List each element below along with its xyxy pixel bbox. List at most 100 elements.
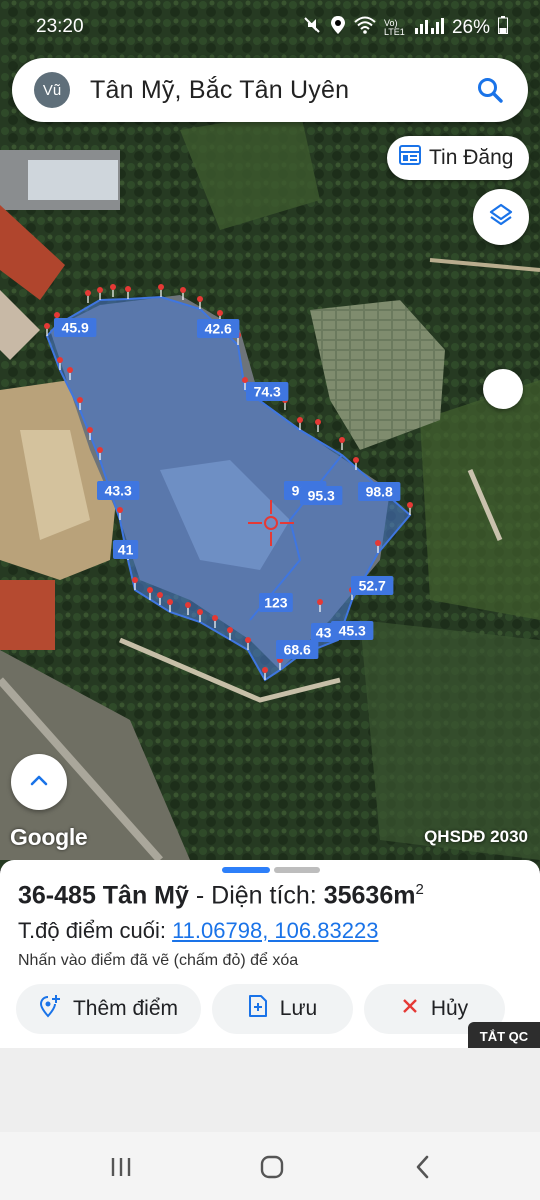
parcel-info-sheet: 36-485 Tân Mỹ - Diện tích: 35636m2 T.độ … bbox=[0, 860, 540, 1048]
vertex-marker[interactable] bbox=[180, 287, 186, 293]
add-location-icon bbox=[39, 994, 61, 1024]
edge-length-text: 45.3 bbox=[339, 623, 366, 639]
edge-length-text: 98.8 bbox=[366, 484, 393, 500]
chevron-up-icon bbox=[29, 773, 49, 792]
sheet-handle[interactable] bbox=[222, 867, 320, 873]
vertex-marker[interactable] bbox=[217, 310, 223, 316]
edge-length-label: 41 bbox=[113, 540, 139, 559]
parcel-overlay[interactable]: 45.942.674.399.798.843.34112352.74345.36… bbox=[0, 0, 540, 870]
google-logo: Google bbox=[10, 824, 88, 850]
area-unit-exponent: 2 bbox=[415, 881, 424, 898]
vertex-marker[interactable] bbox=[157, 592, 163, 598]
vertex-marker[interactable] bbox=[407, 502, 413, 508]
vertex-marker[interactable] bbox=[117, 507, 123, 513]
map-view[interactable]: 45.942.674.399.798.843.34112352.74345.36… bbox=[0, 0, 540, 870]
edge-length-label: 95.3 bbox=[300, 486, 343, 505]
recent-apps-icon[interactable] bbox=[106, 1152, 136, 1182]
avatar[interactable]: Vũ bbox=[34, 72, 70, 108]
ad-banner-area bbox=[0, 1048, 540, 1132]
delete-hint: Nhấn vào điểm đã vẽ (chấm đỏ) để xóa bbox=[18, 952, 299, 969]
area-label: Diện tích: bbox=[211, 881, 324, 910]
save-button[interactable]: Lưu bbox=[212, 984, 353, 1034]
vertex-marker[interactable] bbox=[297, 417, 303, 423]
edge-length-text: 95.3 bbox=[308, 488, 335, 504]
edge-length-label: 52.7 bbox=[351, 576, 394, 595]
overlay-layer-label: QHSDĐ 2030 bbox=[424, 827, 528, 846]
vertex-marker[interactable] bbox=[132, 577, 138, 583]
battery-level: 26% bbox=[451, 17, 490, 38]
title-separator: - bbox=[188, 881, 212, 910]
vertex-marker[interactable] bbox=[147, 587, 153, 593]
vertex-marker[interactable] bbox=[197, 609, 203, 615]
search-query[interactable]: Tân Mỹ, Bắc Tân Uyên bbox=[90, 76, 470, 105]
vertex-marker[interactable] bbox=[317, 599, 323, 605]
mute-icon bbox=[302, 15, 322, 41]
edge-length-text: 41 bbox=[118, 542, 134, 558]
edge-length-label: 123 bbox=[259, 593, 293, 612]
last-point-row: T.độ điểm cuối: 11.06798, 106.83223 bbox=[18, 918, 378, 944]
vertex-marker[interactable] bbox=[197, 296, 203, 302]
file-add-icon bbox=[248, 994, 268, 1024]
last-point-coords-link[interactable]: 11.06798, 106.83223 bbox=[172, 918, 378, 943]
location-icon bbox=[330, 15, 346, 41]
vertex-marker[interactable] bbox=[212, 615, 218, 621]
map-layers-button[interactable] bbox=[473, 189, 529, 245]
edge-length-label: 45.3 bbox=[331, 621, 374, 640]
hide-ads-button[interactable]: TẮT QC bbox=[468, 1022, 540, 1050]
vertex-marker[interactable] bbox=[167, 599, 173, 605]
vertex-marker[interactable] bbox=[97, 447, 103, 453]
add-point-button[interactable]: Thêm điểm bbox=[16, 984, 201, 1034]
tin-dang-button[interactable]: Tin Đăng bbox=[387, 136, 529, 180]
vertex-marker[interactable] bbox=[353, 457, 359, 463]
vertex-marker[interactable] bbox=[245, 637, 251, 643]
vertex-marker[interactable] bbox=[57, 357, 63, 363]
edge-length-label: 43.3 bbox=[97, 481, 140, 500]
edge-length-text: 43 bbox=[316, 625, 332, 641]
status-bar: 23:20 Vo) LTE1 26% bbox=[0, 0, 540, 52]
edge-length-label: 98.8 bbox=[358, 482, 401, 501]
edge-length-label: 74.3 bbox=[246, 382, 289, 401]
vertex-marker[interactable] bbox=[158, 284, 164, 290]
vertex-marker[interactable] bbox=[185, 602, 191, 608]
expand-up-button[interactable] bbox=[11, 754, 67, 810]
edge-length-text: 123 bbox=[264, 595, 288, 611]
tin-dang-label: Tin Đăng bbox=[429, 146, 514, 169]
save-label: Lưu bbox=[279, 997, 318, 1020]
vertex-marker[interactable] bbox=[110, 284, 116, 290]
home-icon[interactable] bbox=[257, 1152, 287, 1182]
edge-length-text: 43.3 bbox=[105, 483, 132, 499]
edge-length-text: 45.9 bbox=[62, 320, 89, 336]
vertex-marker[interactable] bbox=[85, 290, 91, 296]
layers-icon bbox=[488, 202, 514, 233]
vertex-marker[interactable] bbox=[87, 427, 93, 433]
vertex-marker[interactable] bbox=[339, 437, 345, 443]
vertex-marker[interactable] bbox=[97, 287, 103, 293]
edge-length-label: 42.6 bbox=[197, 319, 240, 338]
vertex-marker[interactable] bbox=[77, 397, 83, 403]
close-icon bbox=[401, 997, 419, 1021]
edge-length-text: 42.6 bbox=[205, 321, 232, 337]
vertex-marker[interactable] bbox=[125, 286, 131, 292]
search-bar[interactable]: Vũ Tân Mỹ, Bắc Tân Uyên bbox=[12, 58, 528, 122]
back-icon[interactable] bbox=[408, 1152, 438, 1182]
vertex-marker[interactable] bbox=[227, 627, 233, 633]
vertex-marker[interactable] bbox=[54, 312, 60, 318]
vertex-marker[interactable] bbox=[375, 540, 381, 546]
search-icon[interactable] bbox=[470, 70, 510, 110]
edge-length-label: 45.9 bbox=[54, 318, 97, 337]
area-value: 35636m bbox=[323, 881, 416, 910]
vertex-marker[interactable] bbox=[67, 367, 73, 373]
vertex-marker[interactable] bbox=[242, 377, 248, 383]
vertex-marker[interactable] bbox=[262, 667, 268, 673]
battery-icon bbox=[498, 16, 508, 40]
last-point-label: T.độ điểm cuối: bbox=[18, 918, 173, 943]
wifi-icon bbox=[354, 16, 376, 40]
vertex-marker[interactable] bbox=[44, 323, 50, 329]
signal-icon bbox=[414, 16, 444, 40]
parcel-name: 36-485 Tân Mỹ bbox=[18, 881, 189, 910]
add-point-label: Thêm điểm bbox=[72, 997, 179, 1020]
parcel-title: 36-485 Tân Mỹ - Diện tích: 35636m2 bbox=[18, 881, 424, 910]
vertex-marker[interactable] bbox=[315, 419, 321, 425]
floating-toggle-button[interactable] bbox=[483, 369, 523, 409]
system-nav-bar bbox=[0, 1132, 540, 1200]
